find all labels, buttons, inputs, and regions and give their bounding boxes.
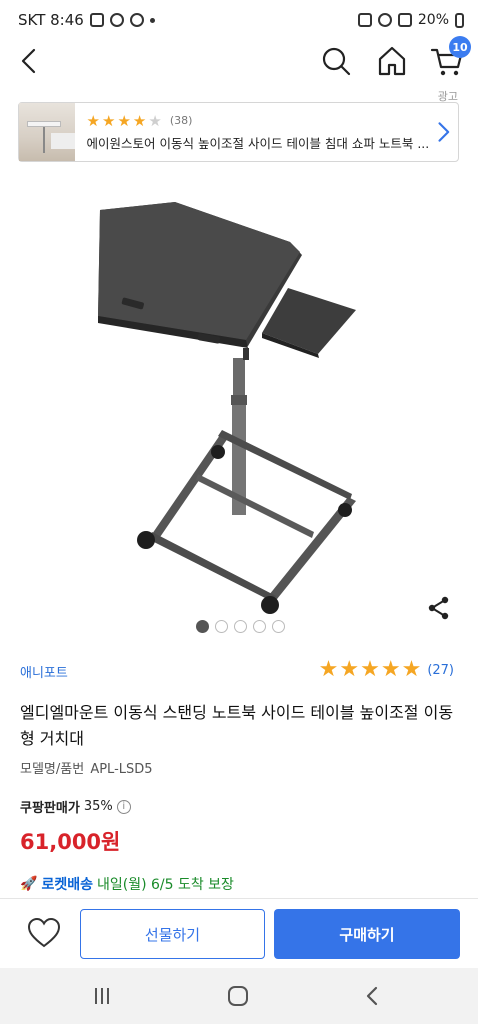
- carrier-time: SKT 8:46: [18, 11, 84, 29]
- back-arrow-icon[interactable]: [14, 44, 44, 78]
- page-dot[interactable]: [253, 620, 266, 633]
- rocket-delivery: 🚀 로켓배송 내일(월) 6/5 도착 보장: [20, 874, 234, 894]
- discount-rate: 35%: [83, 799, 113, 814]
- signal-icon: [397, 13, 412, 27]
- star-icon: ★: [339, 657, 360, 682]
- model-info: 모델명/품번 APL-LSD5: [20, 758, 155, 777]
- heart-icon[interactable]: [26, 915, 62, 951]
- info-icon[interactable]: i: [116, 799, 131, 814]
- product-image[interactable]: [0, 170, 478, 640]
- review-count: (27): [427, 662, 454, 678]
- price: 61,000원: [20, 830, 121, 854]
- share-icon[interactable]: [426, 595, 452, 621]
- star-icon: ★: [380, 657, 401, 682]
- star-icon: ★: [102, 111, 116, 130]
- star-icon: ★: [132, 111, 147, 130]
- model-label: 모델명/품번: [20, 762, 85, 777]
- cart-count-badge: 10: [449, 36, 471, 58]
- gift-button[interactable]: 선물하기: [80, 909, 265, 959]
- brand-link[interactable]: 애니포트: [20, 662, 68, 681]
- system-back-icon[interactable]: [362, 984, 382, 1008]
- home-button-icon[interactable]: [227, 985, 249, 1007]
- page-dot[interactable]: [234, 620, 247, 633]
- product-title: 엘디엘마운트 이동식 스탠딩 노트북 사이드 테이블 높이조절 이동형 거치대: [20, 703, 454, 748]
- model-value: APL-LSD5: [90, 762, 153, 777]
- status-bar: SKT 8:46 20%: [0, 0, 478, 40]
- ad-rating-count: (38): [169, 114, 193, 127]
- buy-button[interactable]: 구매하기: [274, 909, 460, 959]
- page-dot[interactable]: [196, 620, 209, 633]
- star-icon: ★: [318, 657, 339, 682]
- page-dot[interactable]: [272, 620, 285, 633]
- app-icon: [129, 13, 144, 27]
- talk-icon: [109, 13, 124, 27]
- battery-icon: [455, 12, 464, 28]
- star-icon: ★: [117, 111, 131, 130]
- notification-icon: [89, 13, 104, 27]
- rocket-label: 로켓배송: [41, 877, 93, 893]
- star-empty-icon: ★: [148, 111, 162, 130]
- star-icon: ★: [360, 657, 380, 682]
- ad-thumbnail: [19, 103, 75, 161]
- star-icon: ★: [401, 657, 422, 682]
- star-icon: ★: [86, 111, 100, 130]
- recent-apps-icon[interactable]: [92, 986, 112, 1006]
- chevron-right-icon: [438, 122, 450, 142]
- product-rating[interactable]: ★ ★ ★ ★ ★ (27): [319, 659, 454, 681]
- ad-card[interactable]: ★ ★ ★ ★ ★ (38) 에이원스토어 이동식 높이조절 사이드 테이블 침…: [18, 102, 459, 162]
- price-label: 쿠팡판매가: [20, 801, 80, 816]
- lock-icon: [357, 13, 372, 27]
- battery-level: 20%: [417, 12, 449, 28]
- page-dot[interactable]: [215, 620, 228, 633]
- more-notifications-icon: [149, 17, 155, 23]
- ad-title: 에이원스토어 이동식 높이조절 사이드 테이블 침대 쇼파 노트북 ...: [86, 135, 430, 151]
- action-bar: 선물하기 구매하기: [0, 898, 478, 968]
- image-pagination: [196, 620, 285, 633]
- price-label-row: 쿠팡판매가 35% i: [20, 797, 131, 816]
- system-nav-bar: [0, 968, 478, 1024]
- ad-rating: ★ ★ ★ ★ ★ (38): [87, 113, 430, 129]
- top-nav: [0, 40, 478, 84]
- delivery-date: 내일(월) 6/5 도착 보장: [96, 877, 234, 893]
- rocket-icon: 🚀: [20, 876, 38, 892]
- home-icon[interactable]: [376, 44, 408, 78]
- alarm-icon: [377, 13, 392, 27]
- search-icon[interactable]: [320, 44, 352, 78]
